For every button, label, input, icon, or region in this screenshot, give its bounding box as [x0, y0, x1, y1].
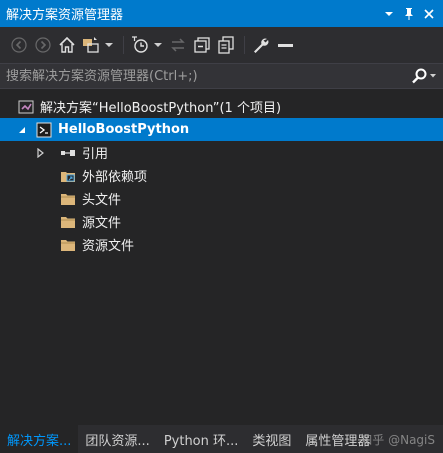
- show-all-files-icon[interactable]: [215, 34, 237, 56]
- back-icon[interactable]: [8, 34, 30, 56]
- properties-icon[interactable]: [250, 34, 272, 56]
- toolbar-separator: [123, 36, 124, 54]
- tree-item-external-dependencies[interactable]: 外部依赖项: [0, 164, 443, 187]
- tab-python-environments[interactable]: Python 环...: [157, 425, 246, 453]
- tree-item-label: 引用: [82, 147, 109, 162]
- title-bar: 解决方案资源管理器: [0, 0, 443, 27]
- pin-icon[interactable]: [399, 0, 419, 27]
- solution-tree: 解决方案“HelloBoostPython”(1 个项目) HelloBoost…: [0, 95, 443, 425]
- bottom-tab-strip: 解决方案... 团队资源... Python 环... 类视图 属性管理器: [0, 425, 443, 453]
- dropdown-icon[interactable]: [379, 0, 399, 27]
- references-icon: [60, 145, 76, 161]
- tree-item-solution[interactable]: 解决方案“HelloBoostPython”(1 个项目): [0, 95, 443, 118]
- toolbar-separator: [244, 36, 245, 54]
- close-icon[interactable]: [419, 0, 439, 27]
- cpp-project-icon: [36, 122, 52, 138]
- tab-class-view[interactable]: 类视图: [245, 425, 298, 453]
- folder-icon: [60, 191, 76, 207]
- tree-item-source-files[interactable]: 源文件: [0, 210, 443, 233]
- chevron-down-icon[interactable]: [104, 34, 114, 56]
- tree-item-header-files[interactable]: 头文件: [0, 187, 443, 210]
- tree-item-references[interactable]: 引用: [0, 141, 443, 164]
- tree-item-label: HelloBoostPython: [58, 122, 190, 137]
- tree-item-label: 解决方案“HelloBoostPython”(1 个项目): [40, 101, 282, 116]
- sync-icon[interactable]: [167, 34, 189, 56]
- folder-icon: [60, 237, 76, 253]
- tree-item-label: 资源文件: [82, 239, 135, 254]
- home-icon[interactable]: [56, 34, 78, 56]
- external-dependencies-icon: [60, 168, 76, 184]
- tree-item-resource-files[interactable]: 资源文件: [0, 233, 443, 256]
- switch-views-icon[interactable]: [80, 34, 102, 56]
- toolbar: [0, 27, 443, 63]
- preview-icon[interactable]: [274, 34, 296, 56]
- chevron-down-icon[interactable]: [153, 34, 163, 56]
- collapse-all-icon[interactable]: [191, 34, 213, 56]
- tree-item-label: 头文件: [82, 193, 122, 208]
- tree-item-label: 源文件: [82, 216, 122, 231]
- forward-icon[interactable]: [32, 34, 54, 56]
- tab-team-explorer[interactable]: 团队资源...: [78, 425, 156, 453]
- tab-solution-explorer[interactable]: 解决方案...: [0, 425, 79, 453]
- tree-item-project[interactable]: HelloBoostPython: [0, 118, 443, 141]
- tab-property-manager[interactable]: 属性管理器: [298, 425, 377, 453]
- search-bar: [0, 63, 443, 89]
- expanded-arrow-icon[interactable]: [16, 118, 28, 141]
- search-icon[interactable]: [405, 64, 443, 88]
- window-title: 解决方案资源管理器: [6, 8, 124, 23]
- folder-icon: [60, 214, 76, 230]
- search-input[interactable]: [0, 64, 405, 88]
- pending-changes-filter-icon[interactable]: [129, 34, 151, 56]
- tree-item-label: 外部依赖项: [82, 170, 148, 185]
- collapsed-arrow-icon[interactable]: [34, 141, 46, 164]
- solution-icon: [18, 99, 34, 115]
